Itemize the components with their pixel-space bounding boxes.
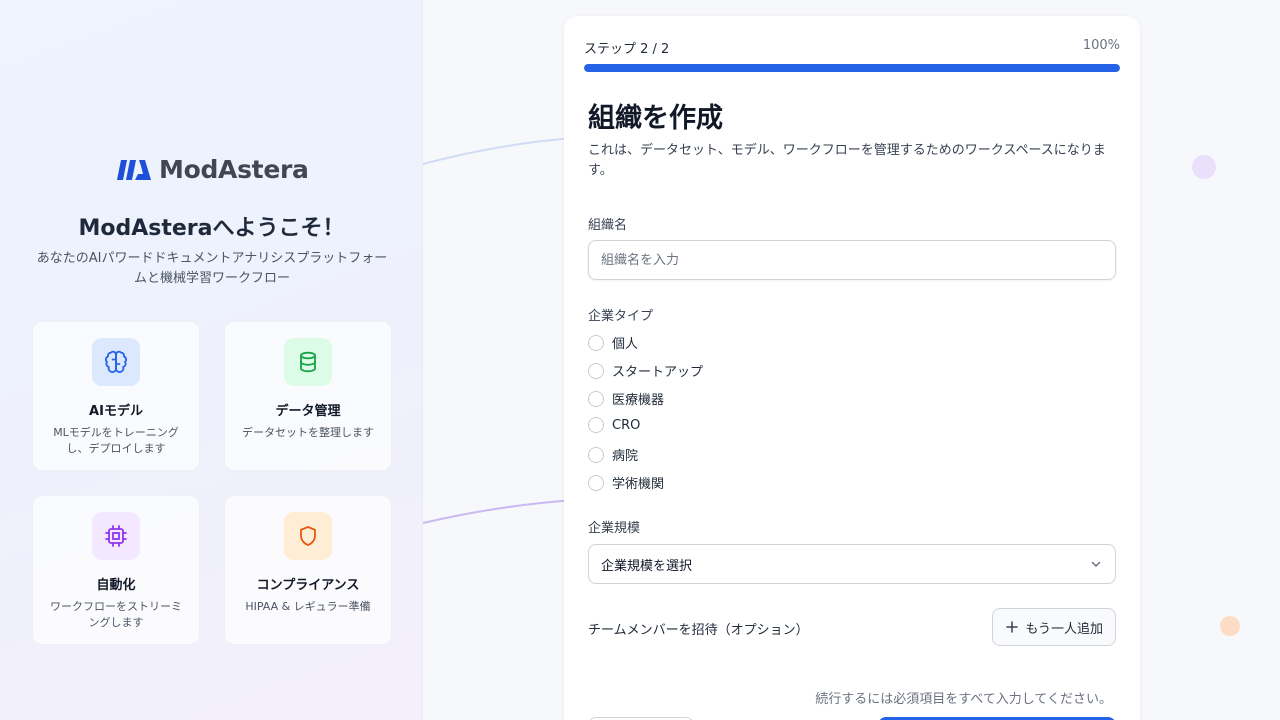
welcome-title: ModAsteraへようこそ！ — [78, 216, 345, 241]
feature-card-compliance: コンプライアンス HIPAA & レギュラー準備 — [224, 495, 392, 645]
brand-logo: ModAstera — [117, 155, 309, 184]
radio-label: CRO — [612, 417, 641, 433]
radio-button[interactable] — [588, 474, 604, 491]
plus-icon — [1006, 621, 1019, 633]
radio-button[interactable] — [588, 417, 604, 433]
radio-button[interactable] — [588, 334, 604, 351]
feature-description: ワークフローをストリーミングします — [50, 600, 182, 629]
org-name-input[interactable] — [588, 240, 1116, 280]
brand-name: ModAstera — [159, 155, 309, 184]
radio-button[interactable] — [588, 390, 604, 407]
company-size-label: 企業規模 — [588, 521, 641, 536]
radio-label: 学術機関 — [612, 477, 665, 492]
feature-card-data-management: データ管理 データセットを整理します — [224, 321, 392, 471]
radio-label: スタートアップ — [612, 365, 704, 380]
validation-hint: 続行するには必須項目をすべて入力してください。 — [815, 692, 1112, 707]
feature-title: 自動化 — [96, 578, 136, 593]
welcome-panel: ModAstera ModAsteraへようこそ！ あなたのAIパワードドキュメ… — [0, 0, 423, 720]
radio-company-type-cro[interactable]: CRO — [588, 417, 640, 433]
radio-label: 医療機器 — [612, 393, 665, 408]
add-member-button[interactable]: もう一人追加 — [992, 608, 1116, 646]
logo-mark-icon — [117, 159, 151, 180]
radio-button[interactable] — [588, 362, 604, 379]
brain-icon — [92, 338, 140, 386]
radio-company-type-individual[interactable]: 個人 — [588, 333, 638, 352]
company-type-label: 企業タイプ — [588, 309, 654, 324]
radio-company-type-medical-device[interactable]: 医療機器 — [588, 389, 664, 408]
radio-label: 個人 — [612, 337, 639, 352]
feature-description: HIPAA & レギュラー準備 — [245, 600, 371, 613]
org-name-label: 組織名 — [588, 218, 628, 233]
feature-card-automation: 自動化 ワークフローをストリーミングします — [32, 495, 200, 645]
form-title: 組織を作成 — [588, 103, 723, 134]
progress-percent: 100% — [1082, 38, 1120, 53]
radio-company-type-startup[interactable]: スタートアップ — [588, 361, 703, 380]
shield-icon — [284, 512, 332, 560]
progress-bar — [584, 64, 1120, 72]
add-member-label: もう一人追加 — [1025, 621, 1103, 637]
chevron-down-icon — [1091, 561, 1101, 567]
select-value: 企業規模を選択 — [601, 558, 693, 574]
radio-company-type-academic[interactable]: 学術機関 — [588, 473, 664, 492]
welcome-subtitle: あなたのAIパワードドキュメントアナリシスプラットフォームと機械学習ワークフロー — [36, 251, 388, 286]
cpu-chip-icon — [92, 512, 140, 560]
radio-company-type-hospital[interactable]: 病院 — [588, 445, 638, 464]
database-icon — [284, 338, 332, 386]
company-size-select[interactable]: 企業規模を選択 — [588, 544, 1116, 584]
progress-bar-fill — [584, 64, 1120, 72]
decorative-dot — [1192, 155, 1216, 179]
decorative-dot — [1220, 616, 1240, 636]
form-description: これは、データセット、モデル、ワークフローを管理するためのワークスペースになりま… — [588, 143, 1106, 178]
step-indicator: ステップ 2 / 2 — [584, 42, 670, 57]
feature-title: AIモデル — [89, 404, 143, 419]
radio-button[interactable] — [588, 446, 604, 463]
feature-card-ai-models: AIモデル MLモデルをトレーニングし、デプロイします — [32, 321, 200, 471]
create-organization-card: ステップ 2 / 2 100% 組織を作成 これは、データセット、モデル、ワーク… — [564, 16, 1140, 720]
feature-description: データセットを整理します — [242, 426, 374, 439]
radio-label: 病院 — [612, 449, 639, 464]
invite-team-label: チームメンバーを招待（オプション） — [588, 623, 809, 638]
feature-title: データ管理 — [275, 404, 341, 419]
feature-title: コンプライアンス — [256, 578, 360, 593]
feature-description: MLモデルをトレーニングし、デプロイします — [53, 426, 179, 455]
